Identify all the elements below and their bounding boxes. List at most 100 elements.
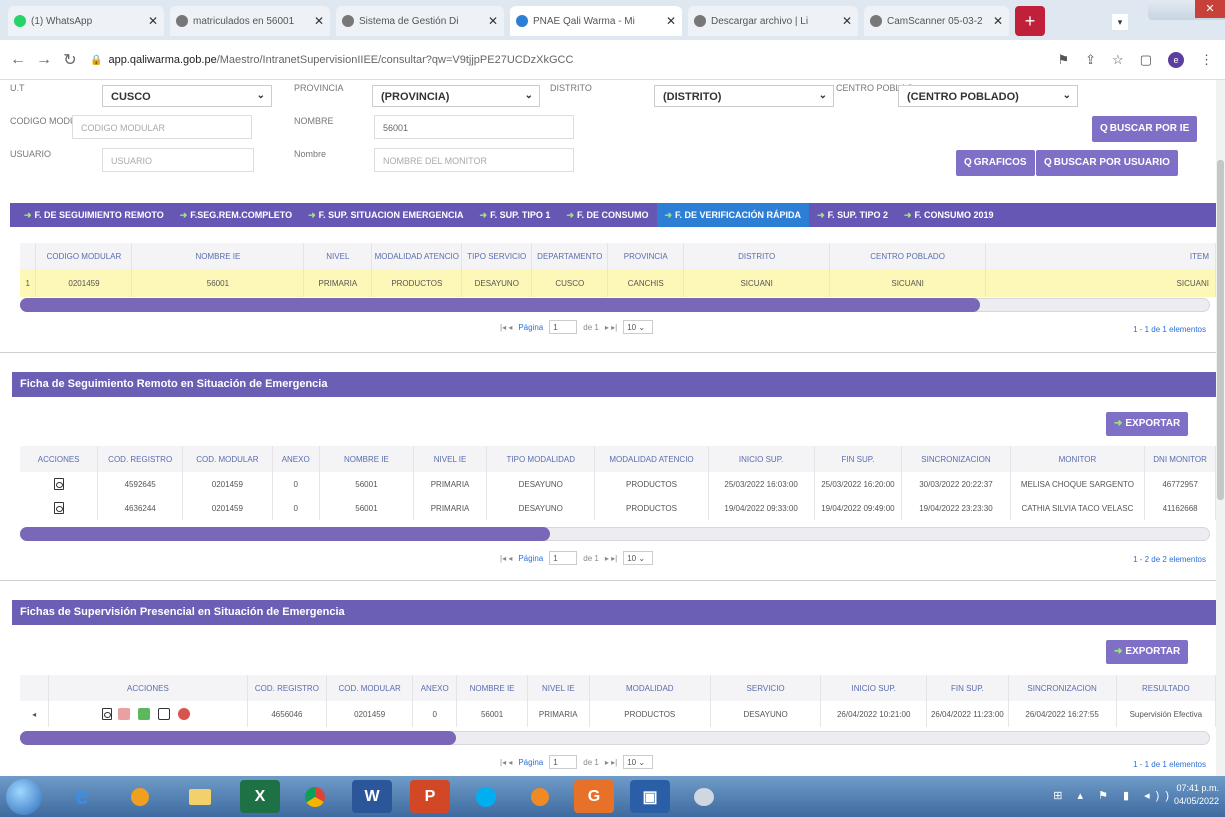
buscar-por-usuario-button[interactable]: Q BUSCAR POR USUARIO [1036, 150, 1178, 176]
scrollbar-thumb[interactable] [1217, 160, 1224, 500]
vlc-icon[interactable] [520, 780, 560, 813]
column-header[interactable]: TIPO SERVICIO [461, 243, 533, 269]
tab-consumo[interactable]: ➜ F. DE CONSUMO [558, 203, 656, 227]
column-header[interactable]: NOMBRE IE [319, 446, 415, 472]
tab-consumo-2019[interactable]: ➜ F. CONSUMO 2019 [896, 203, 1002, 227]
column-header[interactable]: MODALIDAD ATENCIO [371, 243, 463, 269]
share-icon[interactable]: ⇪ [1085, 52, 1096, 68]
back-icon[interactable]: ← [10, 51, 26, 69]
sidepanel-icon[interactable]: ▢ [1140, 52, 1152, 68]
column-header[interactable]: NIVEL IE [527, 675, 590, 701]
powerpoint-icon[interactable]: P [410, 780, 450, 813]
tab-sup-tipo-2[interactable]: ➜ F. SUP. TIPO 2 [809, 203, 896, 227]
column-header[interactable]: COD. REGISTRO [247, 675, 328, 701]
column-header[interactable]: SINCRONIZACION [901, 446, 1011, 472]
skype-icon[interactable] [466, 780, 506, 813]
column-header[interactable]: COD. MODULAR [326, 675, 414, 701]
table-row[interactable]: ◂ 4656046 0201459 0 56001 PRIMARIA PRODU… [20, 701, 1217, 727]
close-tab-icon[interactable]: ✕ [666, 14, 676, 28]
horizontal-scrollbar[interactable] [20, 298, 1210, 312]
chart-icon[interactable] [158, 708, 171, 720]
bookmark-star-icon[interactable]: ☆ [1112, 52, 1124, 68]
paint-icon[interactable] [684, 780, 724, 813]
page-size-select[interactable]: 10 ⌄ [623, 755, 654, 769]
column-header[interactable]: MODALIDAD [589, 675, 711, 701]
column-header[interactable]: ACCIONES [20, 446, 99, 472]
column-header[interactable]: ANEXO [412, 675, 458, 701]
download-icon[interactable] [137, 708, 150, 720]
table-row[interactable]: 1 0201459 56001 PRIMARIA PRODUCTOS DESAY… [20, 269, 1216, 297]
browser-tab-descargar[interactable]: Descargar archivo | Li ✕ [688, 6, 858, 36]
table-row[interactable]: 4592645 0201459 0 56001 PRIMARIA DESAYUN… [20, 472, 1216, 496]
table-row[interactable]: 4636244 0201459 0 56001 PRIMARIA DESAYUN… [20, 496, 1216, 520]
close-tab-icon[interactable]: ✕ [993, 14, 1003, 28]
close-tab-icon[interactable]: ✕ [842, 14, 852, 28]
column-header[interactable]: NIVEL IE [413, 446, 488, 472]
url-field[interactable]: 🔒 app.qaliwarma.gob.pe/Maestro/IntranetS… [90, 48, 1220, 72]
page-scrollbar[interactable] [1216, 80, 1225, 776]
word-icon[interactable]: W [352, 780, 392, 813]
tab-seg-rem-completo[interactable]: ➜ F.SEG.REM.COMPLETO [172, 203, 300, 227]
close-tab-icon[interactable]: ✕ [314, 14, 324, 28]
column-header[interactable]: COD. MODULAR [182, 446, 273, 472]
page-input[interactable]: 1 [549, 551, 578, 565]
pdf-icon[interactable] [102, 708, 113, 720]
column-header[interactable]: CODIGO MODULAR [35, 243, 133, 269]
pdf-icon[interactable] [53, 478, 64, 490]
column-header[interactable]: SINCRONIZACION [1008, 675, 1117, 701]
distrito-select[interactable]: (DISTRITO) ⌄ [654, 85, 834, 107]
browser-tab-matriculados[interactable]: matriculados en 56001 ✕ [170, 6, 330, 36]
media-player-icon[interactable] [120, 780, 160, 813]
windows-start-button[interactable] [6, 779, 42, 815]
first-page-icon[interactable]: |◂ ◂ [500, 554, 512, 563]
internet-explorer-icon[interactable]: e [62, 780, 102, 813]
profile-avatar[interactable]: e [1168, 52, 1184, 68]
column-header[interactable]: MODALIDAD ATENCIO [594, 446, 709, 472]
first-page-icon[interactable]: |◂ ◂ [500, 323, 512, 332]
browser-tab-qaliwarma[interactable]: PNAE Qali Warma - Mi ✕ [510, 6, 682, 36]
column-header[interactable]: PROVINCIA [607, 243, 685, 269]
next-page-icon[interactable]: ▸ ▸| [605, 758, 617, 767]
graficos-button[interactable]: Q GRAFICOS [956, 150, 1035, 176]
next-page-icon[interactable]: ▸ ▸| [605, 554, 617, 563]
pdf-red-icon[interactable] [117, 708, 130, 720]
translate-icon[interactable]: ⚑ [1057, 52, 1069, 68]
column-header[interactable]: DNI MONITOR [1144, 446, 1216, 472]
centro-poblado-select[interactable]: (CENTRO POBLADO) ⌄ [898, 85, 1078, 107]
tab-verificacion-rapida[interactable]: ➜ F. DE VERIFICACIÓN RÁPIDA [656, 203, 810, 227]
nombre-input[interactable]: 56001 [374, 115, 574, 139]
scrollbar-thumb[interactable] [20, 298, 980, 312]
system-tray[interactable]: ⊞ ▴ ⚑ ▮ ◂)) [1053, 789, 1175, 802]
ut-select[interactable]: CUSCO ⌄ [102, 85, 272, 107]
scrollbar-thumb[interactable] [20, 527, 550, 541]
first-page-icon[interactable]: |◂ ◂ [500, 758, 512, 767]
close-tab-icon[interactable]: ✕ [488, 14, 498, 28]
chrome-icon[interactable] [295, 780, 335, 813]
scrollbar-thumb[interactable] [20, 731, 456, 745]
column-header[interactable]: FIN SUP. [814, 446, 903, 472]
horizontal-scrollbar[interactable] [20, 731, 1210, 745]
browser-tab-camscanner[interactable]: CamScanner 05-03-2 ✕ [864, 6, 1009, 36]
column-header[interactable]: DISTRITO [683, 243, 831, 269]
menu-icon[interactable]: ⋮ [1200, 52, 1213, 68]
column-header[interactable]: COD. REGISTRO [97, 446, 184, 472]
tab-sup-situacion-emergencia[interactable]: ➜ F. SUP. SITUACION EMERGENCIA [300, 203, 471, 227]
column-header[interactable]: MONITOR [1010, 446, 1146, 472]
export-remote-button[interactable]: ➜ EXPORTAR [1106, 412, 1189, 436]
column-header[interactable]: ITEM [985, 243, 1216, 269]
column-header[interactable]: NOMBRE IE [456, 675, 528, 701]
close-tab-icon[interactable]: ✕ [148, 14, 158, 28]
browser-tab-sistema[interactable]: Sistema de Gestión Di ✕ [336, 6, 504, 36]
column-header[interactable]: NOMBRE IE [131, 243, 305, 269]
tab-search-icon[interactable]: ▾ [1112, 14, 1128, 30]
column-header[interactable]: ACCIONES [48, 675, 248, 701]
column-header[interactable]: TIPO MODALIDAD [486, 446, 596, 472]
file-explorer-icon[interactable] [180, 780, 220, 813]
column-header[interactable]: DEPARTAMENTO [531, 243, 609, 269]
shield-icon[interactable] [178, 708, 191, 720]
reload-icon[interactable]: ↻ [62, 50, 78, 70]
column-header[interactable]: SERVICIO [710, 675, 822, 701]
tab-sup-tipo-1[interactable]: ➜ F. SUP. TIPO 1 [472, 203, 559, 227]
pdf-icon[interactable] [53, 502, 64, 514]
codigo-modular-input[interactable]: CODIGO MODULAR [72, 115, 252, 139]
